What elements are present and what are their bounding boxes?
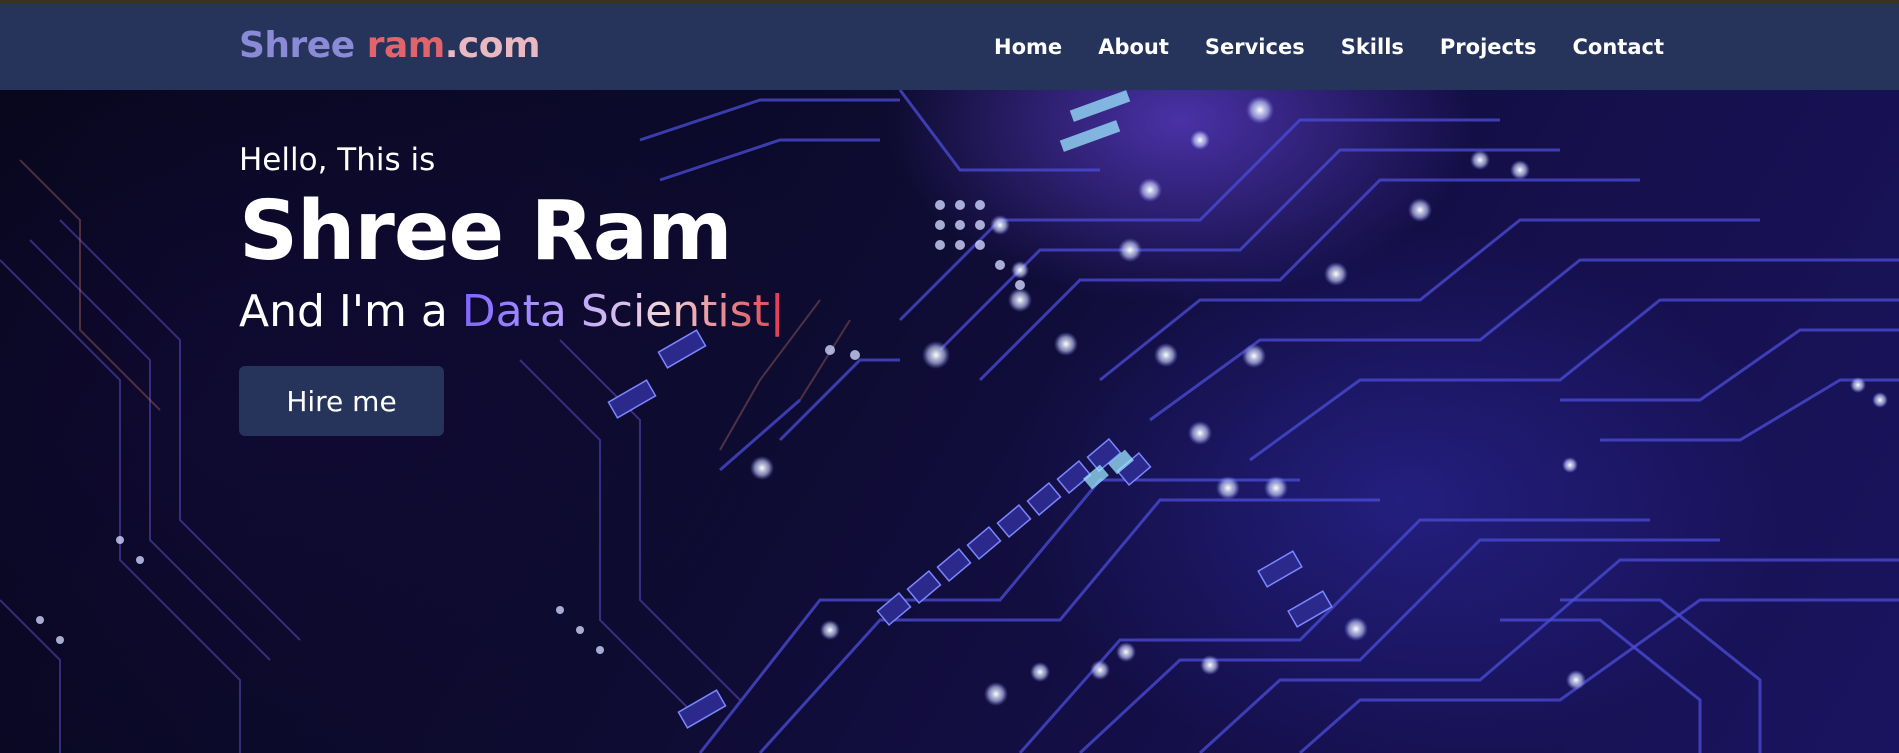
nav-link-projects[interactable]: Projects xyxy=(1440,35,1537,59)
nav-menu: Home About Services Skills Projects Cont… xyxy=(994,35,1664,59)
logo-text-part1: Shree xyxy=(239,25,367,66)
hero-role-prefix: And I'm a xyxy=(239,286,462,337)
page: Shree ram.com Home About Services Skills… xyxy=(0,0,1899,753)
nav-link-contact[interactable]: Contact xyxy=(1573,35,1665,59)
nav-link-about[interactable]: About xyxy=(1098,35,1169,59)
hero-content: Hello, This is Shree Ram And I'm a Data … xyxy=(239,138,785,436)
logo-text-part3: .com xyxy=(444,25,541,66)
hero-greeting: Hello, This is xyxy=(239,142,436,178)
hire-me-button[interactable]: Hire me xyxy=(239,366,444,436)
hero-name: Shree Ram xyxy=(239,184,733,279)
hero-role-typed-text: Data Scientist xyxy=(461,286,770,337)
typing-cursor: | xyxy=(769,286,785,337)
nav-link-skills[interactable]: Skills xyxy=(1341,35,1404,59)
nav-link-services[interactable]: Services xyxy=(1205,35,1305,59)
navbar: Shree ram.com Home About Services Skills… xyxy=(0,0,1899,90)
nav-link-home[interactable]: Home xyxy=(994,35,1062,59)
hero-role: And I'm a Data Scientist| xyxy=(239,282,785,342)
logo-text-part2: ram xyxy=(366,25,446,66)
site-logo[interactable]: Shree ram.com xyxy=(239,25,541,66)
